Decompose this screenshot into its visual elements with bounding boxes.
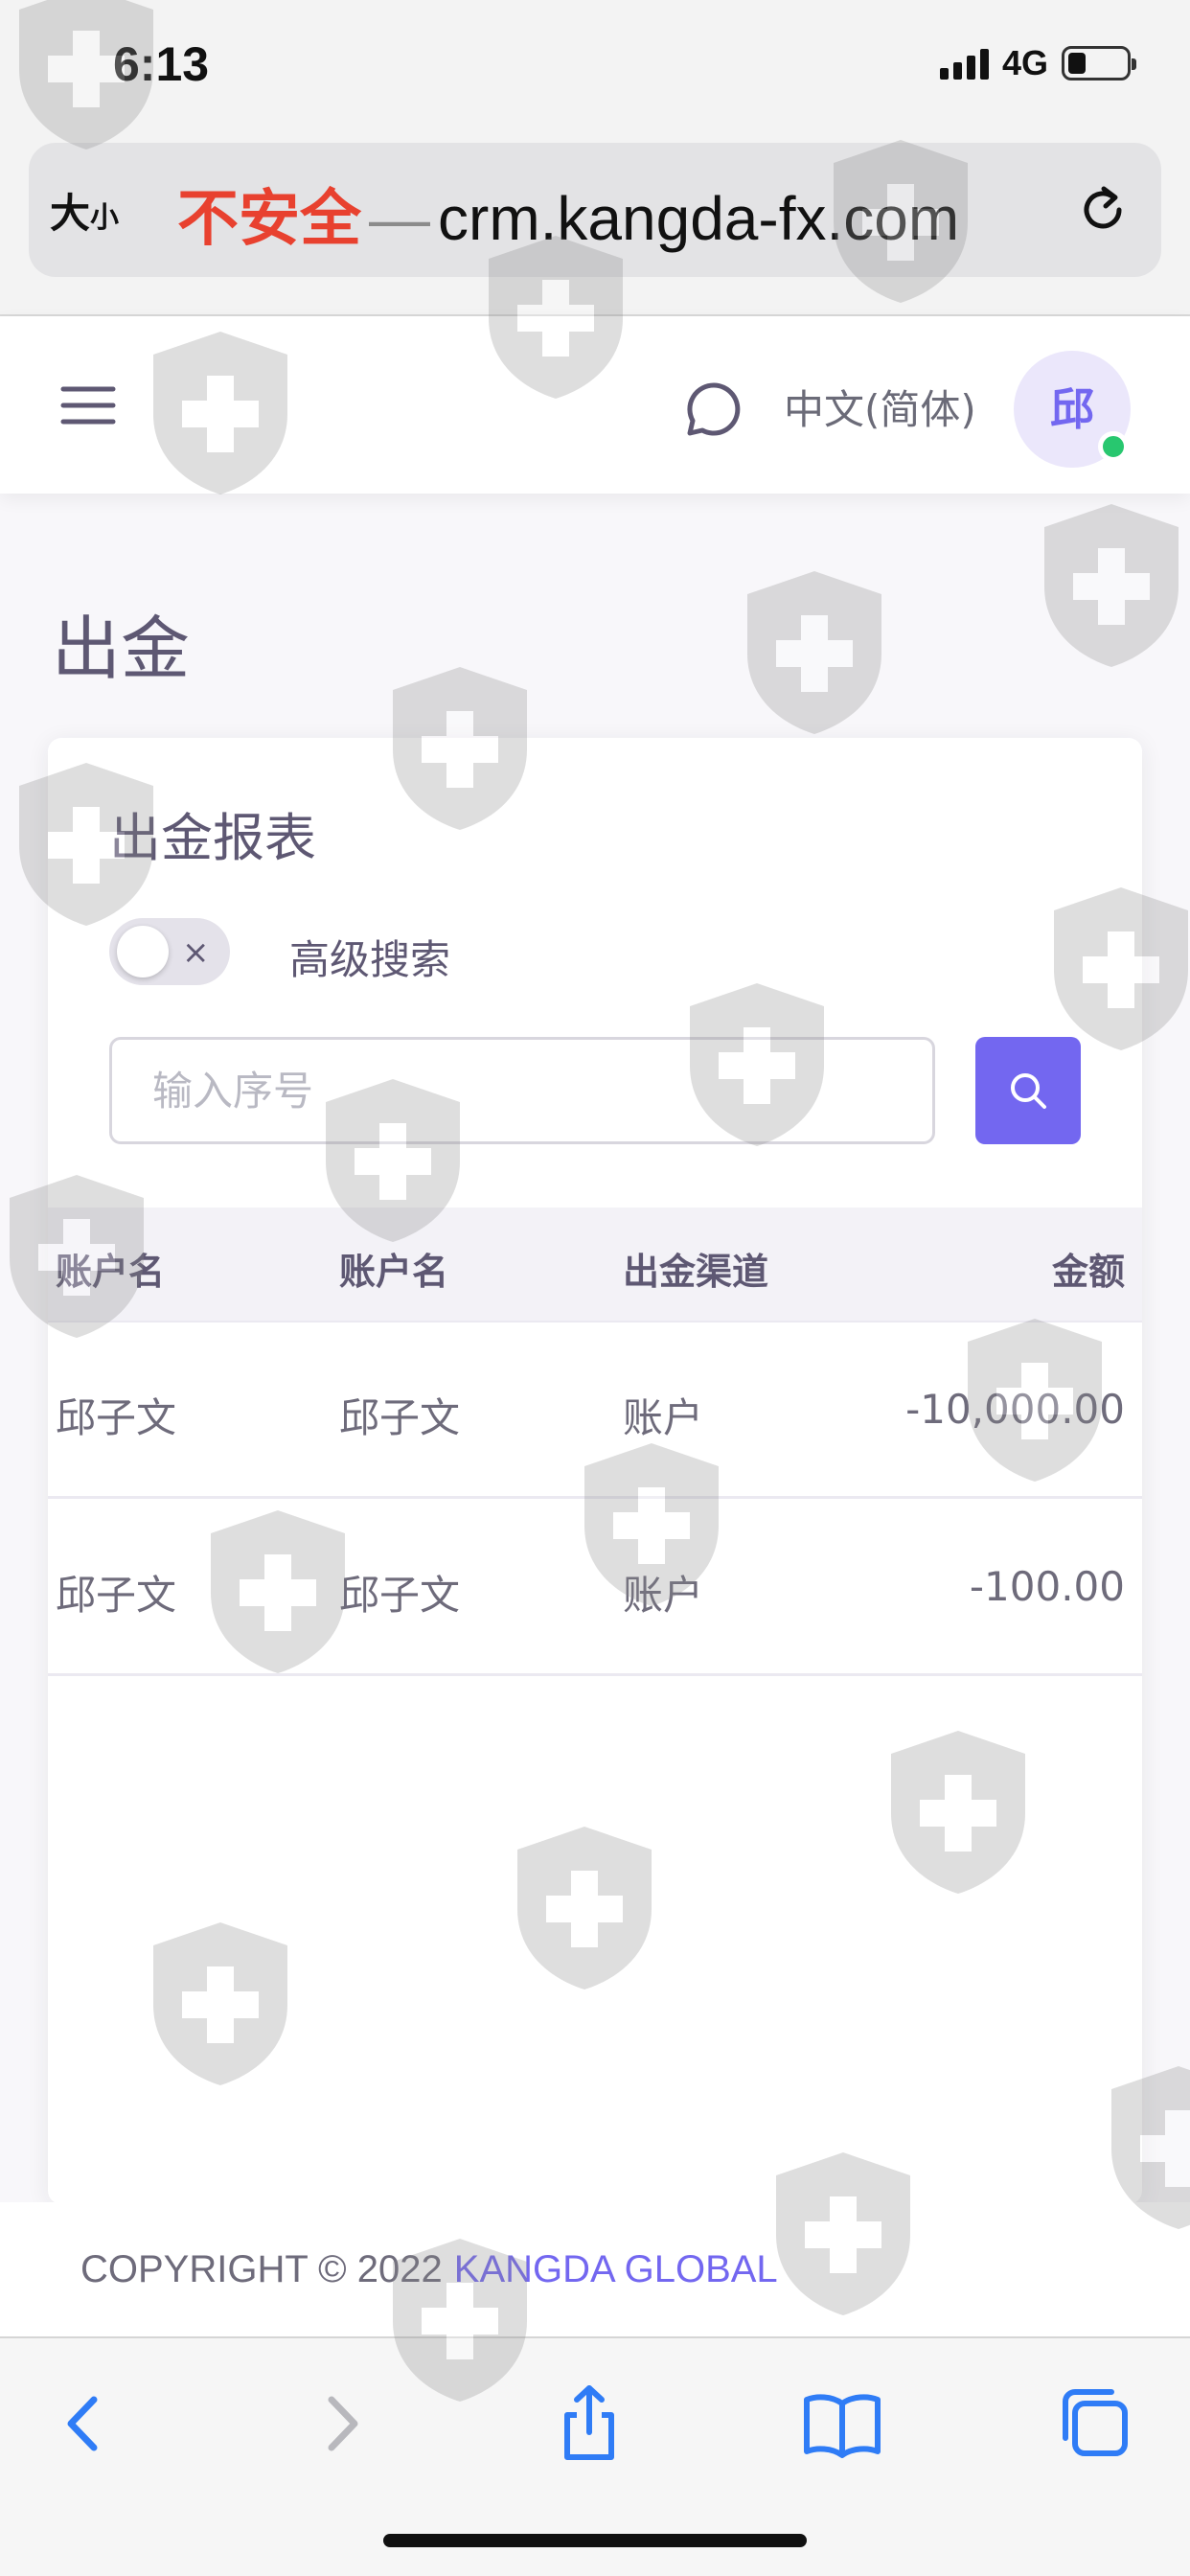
language-selector[interactable]: 中文(简体) <box>784 378 976 436</box>
brand-link[interactable]: KANGDA GLOBAL <box>454 2248 778 2290</box>
text-size-button[interactable]: 大小 <box>50 181 119 240</box>
tabs-icon[interactable] <box>1052 2380 1138 2467</box>
chat-icon[interactable] <box>682 378 745 441</box>
cell-channel: 账户 <box>623 1394 704 1441</box>
card-title: 出金报表 <box>109 808 316 868</box>
watermark-shield-icon <box>747 571 881 734</box>
cell-account-name-2: 邱子文 <box>339 1394 461 1441</box>
cell-account-name: 邱子文 <box>56 1394 177 1441</box>
status-bar: 6:13 4G <box>0 0 1190 129</box>
text-size-small: 小 <box>90 201 120 235</box>
column-header-account-name[interactable]: 账户名 <box>56 1242 165 1295</box>
column-header-account-name-2[interactable]: 账户名 <box>339 1242 448 1295</box>
url-separator: — <box>369 184 430 253</box>
signal-icon <box>939 47 989 80</box>
cell-account-name-2: 邱子文 <box>339 1572 461 1619</box>
footer: COPYRIGHT © 2022 KANGDA GLOBAL <box>0 2202 1190 2336</box>
column-header-channel[interactable]: 出金渠道 <box>623 1242 768 1295</box>
table-row[interactable]: 邱子文 邱子文 账户 -100.00 <box>48 1502 1142 1676</box>
cell-amount: -100.00 <box>969 1563 1125 1610</box>
cell-amount: -10,000.00 <box>905 1386 1125 1433</box>
url-display[interactable]: 不安全 — crm.kangda-fx.com <box>177 170 959 258</box>
text-size-large: 大 <box>50 190 91 237</box>
copyright-text: COPYRIGHT © 2022 KANGDA GLOBAL <box>80 2248 778 2291</box>
status-time: 6:13 <box>113 37 210 91</box>
home-indicator <box>383 2534 807 2547</box>
address-bar[interactable]: 大小 不安全 — crm.kangda-fx.com <box>29 143 1161 277</box>
copyright-label: COPYRIGHT © 2022 <box>80 2248 443 2290</box>
serial-number-search-input[interactable] <box>109 1037 935 1144</box>
url-domain: crm.kangda-fx.com <box>438 184 960 253</box>
app-header: 中文(简体) 邱 <box>0 316 1190 494</box>
advanced-search-label: 高级搜索 <box>289 936 451 983</box>
close-icon: × <box>182 933 210 972</box>
bookmarks-icon[interactable] <box>799 2380 885 2467</box>
watermark-shield-icon <box>1044 504 1179 667</box>
advanced-search-toggle[interactable]: × <box>109 918 230 985</box>
search-icon <box>1011 1073 1046 1109</box>
online-status-dot <box>1098 431 1129 462</box>
network-type: 4G <box>1001 43 1048 82</box>
browser-address-area: 大小 不安全 — crm.kangda-fx.com <box>0 129 1190 316</box>
forward-icon[interactable] <box>297 2380 383 2467</box>
table-header: 账户名 账户名 出金渠道 金额 <box>48 1208 1142 1322</box>
battery-icon <box>1062 46 1136 80</box>
page-title: 出金 <box>52 609 191 689</box>
menu-icon[interactable] <box>59 381 117 429</box>
cell-account-name: 邱子文 <box>56 1572 177 1619</box>
reload-icon[interactable] <box>1075 181 1131 237</box>
withdrawal-report-card: 出金报表 × 高级搜索 账户名 账户名 出金渠道 金额 邱子文 邱子文 账户 -… <box>48 738 1142 2204</box>
search-button[interactable] <box>975 1037 1081 1144</box>
status-indicators: 4G <box>939 43 1136 82</box>
share-icon[interactable] <box>546 2380 632 2467</box>
browser-toolbar <box>0 2336 1190 2576</box>
cell-channel: 账户 <box>623 1572 704 1619</box>
back-icon[interactable] <box>42 2380 128 2467</box>
not-secure-label: 不安全 <box>177 184 361 253</box>
table-row[interactable]: 邱子文 邱子文 账户 -10,000.00 <box>48 1324 1142 1499</box>
column-header-amount[interactable]: 金额 <box>1052 1242 1125 1295</box>
toggle-knob <box>117 926 169 978</box>
